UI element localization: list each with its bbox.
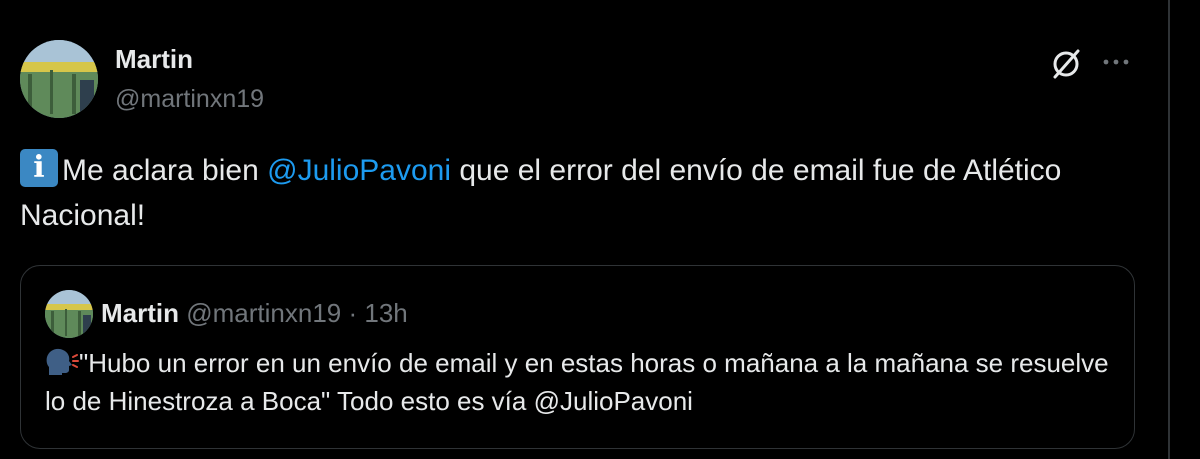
quoted-text: "Hubo un error en un envío de email y en…: [45, 344, 1120, 420]
quoted-handle[interactable]: @martinxn19: [186, 298, 341, 328]
quoted-header: Martin @martinxn19 · 13h: [101, 296, 408, 330]
tweet-text-part-1: Me aclara bien: [62, 154, 268, 187]
quoted-tweet[interactable]: Martin @martinxn19 · 13h "Hubo un error …: [20, 265, 1135, 449]
author-display-name[interactable]: Martin: [115, 42, 193, 76]
quoted-timestamp[interactable]: 13h: [364, 298, 407, 328]
quoted-separator: ·: [348, 298, 358, 328]
tweet-mention-link[interactable]: @JulioPavoni: [267, 154, 451, 187]
quoted-mention: @JulioPavoni: [533, 386, 693, 416]
more-options-icon[interactable]: [1098, 46, 1134, 82]
tweet-card: Martin @martinxn19 i Me aclara bien @Juli…: [0, 0, 1168, 459]
quoted-display-name[interactable]: Martin: [101, 298, 179, 328]
author-handle[interactable]: @martinxn19: [115, 82, 264, 116]
speaking-head-icon: [45, 347, 79, 377]
avatar[interactable]: [20, 40, 98, 118]
tweet-text: i Me aclara bien @JulioPavoni que el erro…: [20, 148, 1140, 238]
quoted-avatar[interactable]: [45, 290, 93, 338]
column-divider: [1168, 0, 1170, 459]
grok-icon[interactable]: [1048, 46, 1084, 82]
info-icon: i: [20, 149, 58, 187]
